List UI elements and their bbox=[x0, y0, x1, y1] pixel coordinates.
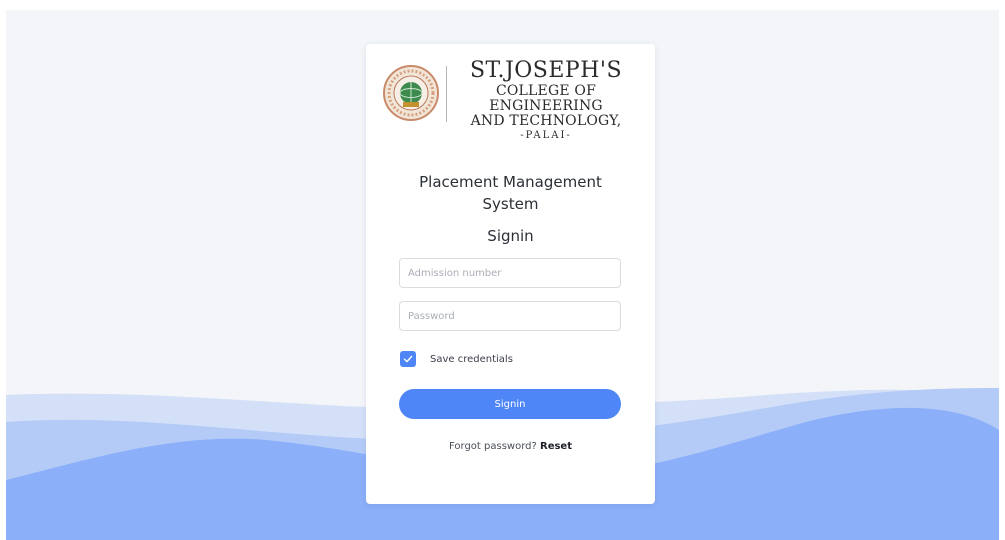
save-credentials-checkbox[interactable] bbox=[400, 351, 416, 367]
save-credentials-row[interactable]: Save credentials bbox=[400, 350, 513, 368]
forgot-password-text: Forgot password? bbox=[449, 441, 537, 452]
forgot-password-row: Forgot password? Reset bbox=[366, 441, 655, 452]
checkmark-icon bbox=[403, 355, 413, 363]
app-title-line2: System bbox=[482, 195, 539, 213]
college-logo: ST.JOSEPH'S COLLEGE OF ENGINEERING AND T… bbox=[380, 58, 642, 141]
college-name: ST.JOSEPH'S COLLEGE OF ENGINEERING AND T… bbox=[448, 58, 644, 143]
save-credentials-label: Save credentials bbox=[430, 353, 513, 365]
app-title-line1: Placement Management bbox=[419, 173, 602, 191]
signin-heading: Signin bbox=[487, 227, 534, 245]
college-name-line3: AND TECHNOLOGY, bbox=[470, 113, 622, 129]
login-card: ST.JOSEPH'S COLLEGE OF ENGINEERING AND T… bbox=[366, 44, 655, 504]
reset-password-link[interactable]: Reset bbox=[540, 441, 572, 452]
admission-number-input[interactable] bbox=[399, 258, 621, 288]
logo-divider bbox=[446, 66, 447, 122]
college-name-line1: ST.JOSEPH'S bbox=[469, 58, 623, 83]
signin-button[interactable]: Signin bbox=[399, 389, 621, 419]
college-seal-icon bbox=[383, 65, 439, 121]
password-input[interactable] bbox=[399, 301, 621, 331]
college-location: -PALAI- bbox=[520, 130, 572, 141]
app-title: Placement Management System bbox=[366, 171, 655, 215]
college-name-line2: COLLEGE OF ENGINEERING bbox=[489, 83, 603, 114]
